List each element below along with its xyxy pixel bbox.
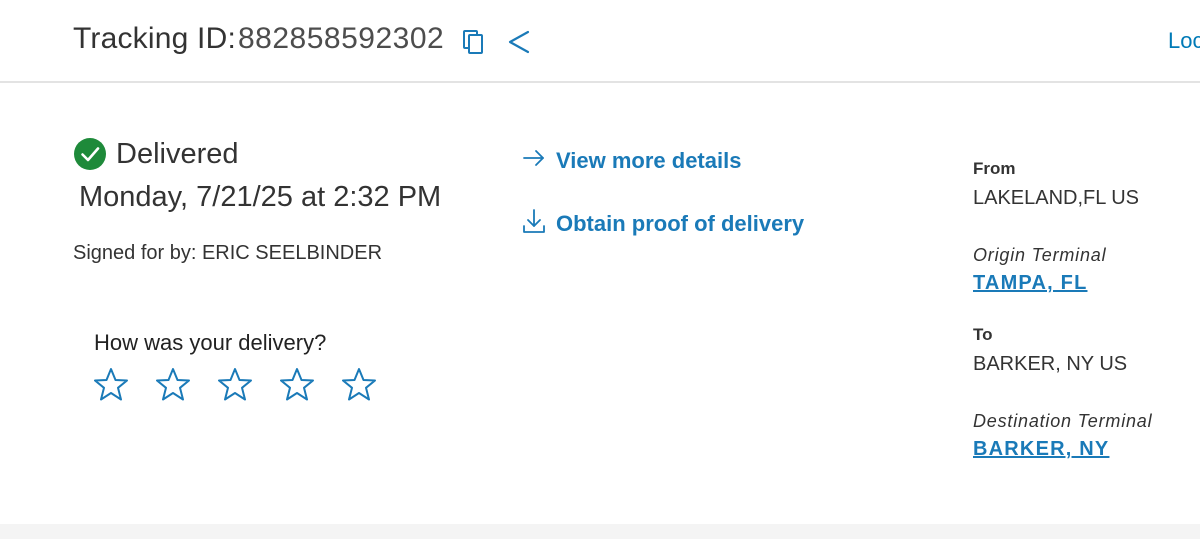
tracking-number: 882858592302 (238, 22, 445, 55)
star-icon-3[interactable] (216, 366, 254, 404)
from-value: LAKELAND,FL US (973, 187, 1139, 209)
rating-question: How was your delivery? (94, 330, 327, 355)
check-circle-icon (73, 137, 107, 171)
delivery-date: Monday, 7/21/25 at 2:32 PM (79, 181, 442, 213)
obtain-proof-of-delivery-label: Obtain proof of delivery (556, 211, 805, 236)
copy-icon[interactable] (462, 29, 486, 55)
destination-terminal-label: Destination Terminal (973, 411, 1153, 431)
to-label: To (973, 325, 993, 344)
header-bar: Tracking ID: 882858592302 Loc (0, 0, 1200, 83)
to-value: BARKER, NY US (973, 353, 1128, 375)
footer-divider-band (0, 524, 1200, 539)
share-icon[interactable] (506, 29, 532, 55)
view-more-details-link[interactable]: View more details (522, 146, 741, 176)
star-icon-1[interactable] (92, 366, 130, 404)
origin-terminal-link[interactable]: TAMPA, FL (973, 272, 1087, 295)
signed-by-text: Signed for by: ERIC SEELBINDER (73, 242, 383, 264)
star-icon-4[interactable] (278, 366, 316, 404)
view-more-details-label: View more details (556, 148, 742, 173)
arrow-right-icon (522, 146, 546, 176)
star-icon-5[interactable] (340, 366, 378, 404)
destination-terminal-link[interactable]: BARKER, NY (973, 438, 1109, 461)
download-icon (522, 208, 546, 240)
delivery-status: Delivered (116, 138, 239, 170)
obtain-proof-of-delivery-link[interactable]: Obtain proof of delivery (522, 208, 804, 240)
header-right-link[interactable]: Loc (1168, 28, 1200, 54)
star-icon-2[interactable] (154, 366, 192, 404)
from-label: From (973, 159, 1016, 178)
tracking-id-label: Tracking ID: (73, 22, 236, 55)
origin-terminal-label: Origin Terminal (973, 245, 1107, 265)
